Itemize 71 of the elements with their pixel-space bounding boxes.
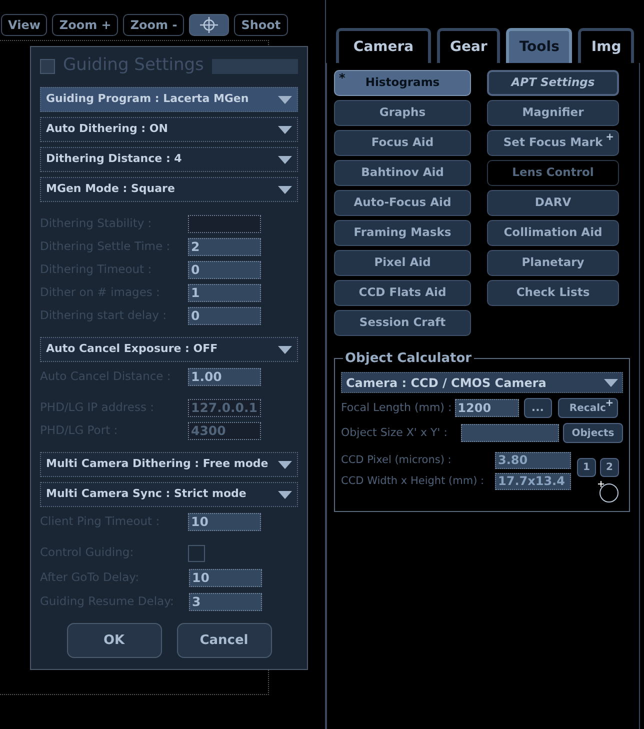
dropdown[interactable]: Guiding Program : Lacerta MGen [40,87,298,112]
input-field[interactable]: 1.00 [188,368,261,386]
field-label: Object Size X' x Y' : [341,424,448,441]
crosshair-button[interactable] [189,14,230,36]
badge-mark: * [339,73,346,83]
tool-button[interactable]: Bahtinov Aid [334,160,471,186]
dialog-button[interactable]: OK [66,623,162,658]
tool-button[interactable]: Set Focus Mark + [487,130,619,156]
tool-button[interactable]: Check Lists [487,280,619,306]
input-field[interactable] [461,424,559,442]
dropdown[interactable]: Camera : CCD / CMOS Camera [341,372,623,393]
input-field[interactable]: 17.7x13.4 [495,473,571,490]
input-field[interactable]: 1 [188,284,261,302]
badge-mark: + [605,399,614,409]
tab[interactable]: Tools [506,28,572,63]
toolbar-button[interactable]: Shoot [234,14,288,36]
dropdown-caret-icon [604,378,618,386]
tab[interactable]: Img [578,28,634,63]
dropdown-caret-icon [278,186,292,194]
preset-button[interactable]: 2 [600,458,619,477]
tool-button[interactable]: DARV [487,190,619,216]
dropdown-caret-icon [278,346,292,354]
tab[interactable]: Camera [336,28,431,63]
input-field[interactable]: 1200 [454,399,519,417]
recalc-button[interactable]: Recalc+ [558,398,618,418]
dialog-button[interactable]: Cancel [176,623,272,658]
field-label: CCD Pixel (microns) : [341,452,452,468]
input-field[interactable]: 10 [189,568,262,586]
circle-sparkle-icon [597,481,619,503]
input-field[interactable]: 3 [189,592,262,610]
dropdown[interactable]: MGen Mode : Square [40,177,298,202]
dropdown[interactable]: Multi Camera Dithering : Free mode [40,452,298,477]
badge-mark: + [606,133,614,143]
dropdown[interactable]: Multi Camera Sync : Strict mode [40,482,298,507]
input-field[interactable]: 0 [188,260,261,278]
crosshair-icon [200,17,218,33]
dropdown-caret-icon [278,156,292,164]
tool-button[interactable]: Auto-Focus Aid [334,190,471,216]
toolbar-button[interactable]: Zoom + [52,14,118,36]
tab[interactable]: Gear [437,28,500,63]
input-field[interactable]: 3.80 [495,452,571,469]
tool-button[interactable]: Framing Masks [334,220,471,246]
toolbar-button[interactable]: View [1,14,48,36]
dropdown[interactable]: Auto Cancel Exposure : OFF [40,337,298,362]
tool-button[interactable]: Pixel Aid [334,250,471,276]
tool-button[interactable]: CCD Flats Aid [334,280,471,306]
tool-button[interactable]: Graphs [334,100,471,126]
field-label: Focal Length (mm) : [341,400,452,416]
checkbox[interactable] [40,58,55,74]
tool-button[interactable]: APT Settings [487,70,619,96]
dropdown-caret-icon [278,96,292,104]
checkbox[interactable] [188,544,205,562]
dropdown-caret-icon [278,126,292,134]
dropdown[interactable]: Auto Dithering : ON [40,117,298,142]
preset-button[interactable]: 1 [577,458,596,477]
tool-button[interactable]: Collimation Aid [487,220,619,246]
input-field[interactable]: 2 [188,238,261,256]
tool-button[interactable]: Planetary [487,250,619,276]
dropdown[interactable]: Dithering Distance : 4 [40,147,298,172]
browse-button[interactable]: ... [524,398,552,418]
tool-button[interactable]: Histograms * [334,70,471,96]
field-label: CCD Width x Height (mm) : [341,474,486,489]
tool-button[interactable]: Session Craft [334,310,471,336]
tool-button[interactable]: Focus Aid [334,130,471,156]
tool-button[interactable]: Magnifier [487,100,619,126]
dropdown-caret-icon [278,460,292,468]
dropdown-caret-icon [278,490,292,498]
input-field[interactable]: 0 [188,306,261,324]
objects-button[interactable]: Objects [563,423,623,443]
toolbar-button[interactable]: Zoom - [123,14,184,36]
input-field[interactable]: 10 [188,512,261,530]
